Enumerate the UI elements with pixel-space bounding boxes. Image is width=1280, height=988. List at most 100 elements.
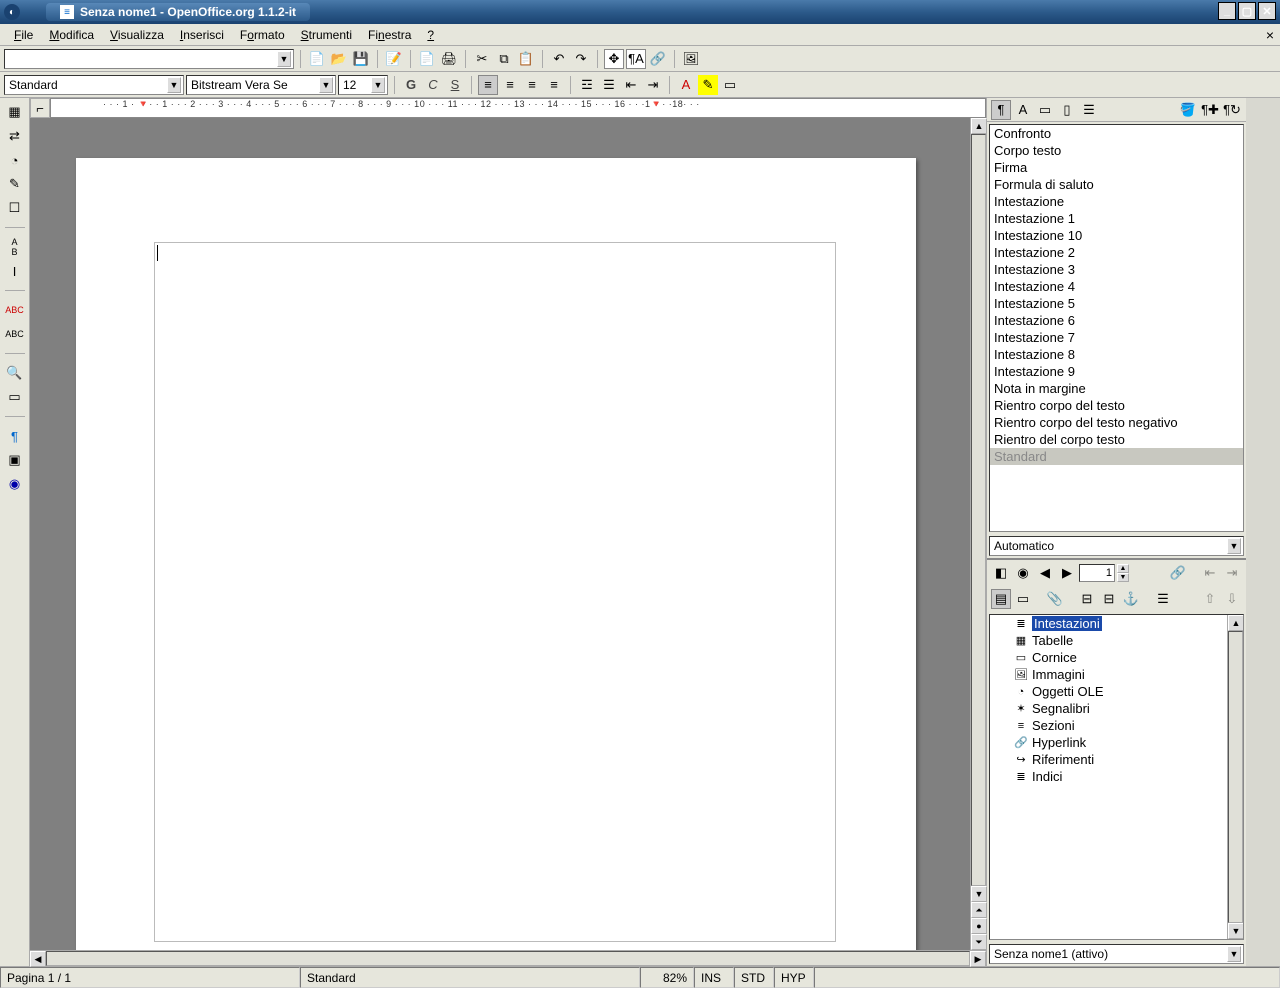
cut-icon[interactable]: ✂ <box>472 49 492 69</box>
menu-modifica[interactable]: Modifica <box>41 26 102 44</box>
menu-formato[interactable]: Formato <box>232 26 293 44</box>
navigator-doc-combo[interactable]: Senza nome1 (attivo) ▼ <box>989 944 1244 964</box>
find-replace-icon[interactable]: 🔍 <box>5 363 25 383</box>
font-color-icon[interactable]: A <box>676 75 696 95</box>
export-pdf-icon[interactable]: 📄 <box>417 49 437 69</box>
style-item[interactable]: Intestazione 9 <box>990 363 1243 380</box>
nav-node[interactable]: ≣Indici <box>990 768 1243 785</box>
menu-visualizza[interactable]: Visualizza <box>102 26 172 44</box>
style-item[interactable]: Intestazione 3 <box>990 261 1243 278</box>
align-left-icon[interactable]: ≡ <box>478 75 498 95</box>
italic-button[interactable]: C <box>423 75 443 95</box>
decrease-indent-icon[interactable]: ⇤ <box>621 75 641 95</box>
page[interactable] <box>76 158 916 950</box>
style-item[interactable]: Corpo testo <box>990 142 1243 159</box>
nav-node[interactable]: ◔Oggetti OLE <box>990 683 1243 700</box>
horizontal-scrollbar[interactable]: ◀ ▶ <box>30 950 986 966</box>
nav-header-icon[interactable]: ⊟ <box>1077 589 1097 609</box>
online-layout-icon[interactable]: ◉ <box>5 474 25 494</box>
new-style-icon[interactable]: ¶✚ <box>1200 100 1220 120</box>
chevron-down-icon[interactable]: ▼ <box>277 51 291 67</box>
next-page-icon[interactable]: ⏷ <box>971 934 987 950</box>
nav-toggle-icon[interactable]: ◧ <box>991 563 1011 583</box>
nav-listbox-icon[interactable]: ▤ <box>991 589 1011 609</box>
graphics-onoff-icon[interactable]: ▣ <box>5 450 25 470</box>
spin-up-icon[interactable]: ▲ <box>1117 564 1129 573</box>
nav-node[interactable]: ↪Riferimenti <box>990 751 1243 768</box>
list-styles-icon[interactable]: ☰ <box>1079 100 1099 120</box>
maximize-button[interactable]: ▢ <box>1238 2 1256 20</box>
direct-cursor-icon[interactable]: I <box>5 261 25 281</box>
nav-anchor-icon[interactable]: ⚓ <box>1121 589 1141 609</box>
spellcheck-icon[interactable]: ABC <box>5 300 25 320</box>
status-zoom[interactable]: 82% <box>640 967 694 988</box>
underline-button[interactable]: S <box>445 75 465 95</box>
align-center-icon[interactable]: ≡ <box>500 75 520 95</box>
navigation-icon[interactable]: ● <box>971 918 987 934</box>
scroll-down-icon[interactable]: ▼ <box>971 886 987 902</box>
hyperlink-dialog-icon[interactable]: 🔗 <box>648 49 668 69</box>
style-item[interactable]: Confronto <box>990 125 1243 142</box>
paragraph-style-combo[interactable]: Standard ▼ <box>4 75 184 95</box>
increase-indent-icon[interactable]: ⇥ <box>643 75 663 95</box>
page-viewport[interactable] <box>30 118 986 950</box>
nav-next-icon[interactable]: ▶ <box>1057 563 1077 583</box>
menu-finestra[interactable]: Finestra <box>360 26 419 44</box>
nav-footer-icon[interactable]: ⊟ <box>1099 589 1119 609</box>
align-right-icon[interactable]: ≡ <box>522 75 542 95</box>
insert-field-icon[interactable]: ⇄ <box>5 126 25 146</box>
undo-icon[interactable]: ↶ <box>549 49 569 69</box>
align-justify-icon[interactable]: ≡ <box>544 75 564 95</box>
app-menu-icon[interactable]: ◐ <box>4 4 20 20</box>
nav-node[interactable]: ≡Sezioni <box>990 717 1243 734</box>
status-ins[interactable]: INS <box>694 967 734 988</box>
nav-heading-levels-icon[interactable]: ☰ <box>1153 589 1173 609</box>
style-item[interactable]: Intestazione <box>990 193 1243 210</box>
nav-reminder-icon[interactable]: 📎 <box>1045 589 1065 609</box>
character-styles-icon[interactable]: A <box>1013 100 1033 120</box>
nav-node[interactable]: ✶Segnalibri <box>990 700 1243 717</box>
style-item[interactable]: Intestazione 7 <box>990 329 1243 346</box>
autotext-icon[interactable]: AB <box>5 237 25 257</box>
nav-node[interactable]: 🔗Hyperlink <box>990 734 1243 751</box>
paste-icon[interactable]: 📋 <box>516 49 536 69</box>
copy-icon[interactable]: ⧉ <box>494 49 514 69</box>
bullet-list-icon[interactable]: ☰ <box>599 75 619 95</box>
style-item[interactable]: Intestazione 6 <box>990 312 1243 329</box>
horizontal-ruler[interactable]: · · · 1 · 🔻· · 1 · · · 2 · · · 3 · · · 4… <box>50 98 986 118</box>
navigator-tree[interactable]: ≣Intestazioni▦Tabelle▭Cornice🖼Immagini◔O… <box>989 614 1244 940</box>
style-item[interactable]: Rientro corpo del testo <box>990 397 1243 414</box>
chevron-down-icon[interactable]: ▼ <box>1227 538 1241 554</box>
chevron-down-icon[interactable]: ▼ <box>167 77 181 93</box>
status-std[interactable]: STD <box>734 967 774 988</box>
menu-inserisci[interactable]: Inserisci <box>172 26 232 44</box>
numbered-list-icon[interactable]: ☲ <box>577 75 597 95</box>
nav-node[interactable]: ▭Cornice <box>990 649 1243 666</box>
bold-button[interactable]: G <box>401 75 421 95</box>
scroll-left-icon[interactable]: ◀ <box>30 951 46 967</box>
insert-object-icon[interactable]: ◔ <box>5 150 25 170</box>
page-styles-icon[interactable]: ▯ <box>1057 100 1077 120</box>
redo-icon[interactable]: ↷ <box>571 49 591 69</box>
data-sources-icon[interactable]: ▭ <box>5 387 25 407</box>
nav-prev-icon[interactable]: ◀ <box>1035 563 1055 583</box>
nav-node[interactable]: ▦Tabelle <box>990 632 1243 649</box>
close-button[interactable]: ✕ <box>1258 2 1276 20</box>
fill-format-icon[interactable]: 🪣 <box>1178 100 1198 120</box>
font-size-combo[interactable]: 12 ▼ <box>338 75 388 95</box>
text-area[interactable] <box>154 242 836 942</box>
style-item[interactable]: Intestazione 1 <box>990 210 1243 227</box>
style-item[interactable]: Formula di saluto <box>990 176 1243 193</box>
insert-draw-icon[interactable]: ✎ <box>5 174 25 194</box>
print-icon[interactable]: 🖨 <box>439 49 459 69</box>
style-item[interactable]: Rientro del corpo testo <box>990 431 1243 448</box>
chevron-down-icon[interactable]: ▼ <box>319 77 333 93</box>
style-item[interactable]: Intestazione 2 <box>990 244 1243 261</box>
open-icon[interactable]: 📂 <box>329 49 349 69</box>
status-style[interactable]: Standard <box>300 967 640 988</box>
nav-drag-mode-icon[interactable]: 🔗 <box>1168 563 1188 583</box>
background-color-icon[interactable]: ▭ <box>720 75 740 95</box>
style-item[interactable]: Standard <box>990 448 1243 465</box>
menu-help[interactable]: ? <box>419 26 442 44</box>
style-item[interactable]: Firma <box>990 159 1243 176</box>
